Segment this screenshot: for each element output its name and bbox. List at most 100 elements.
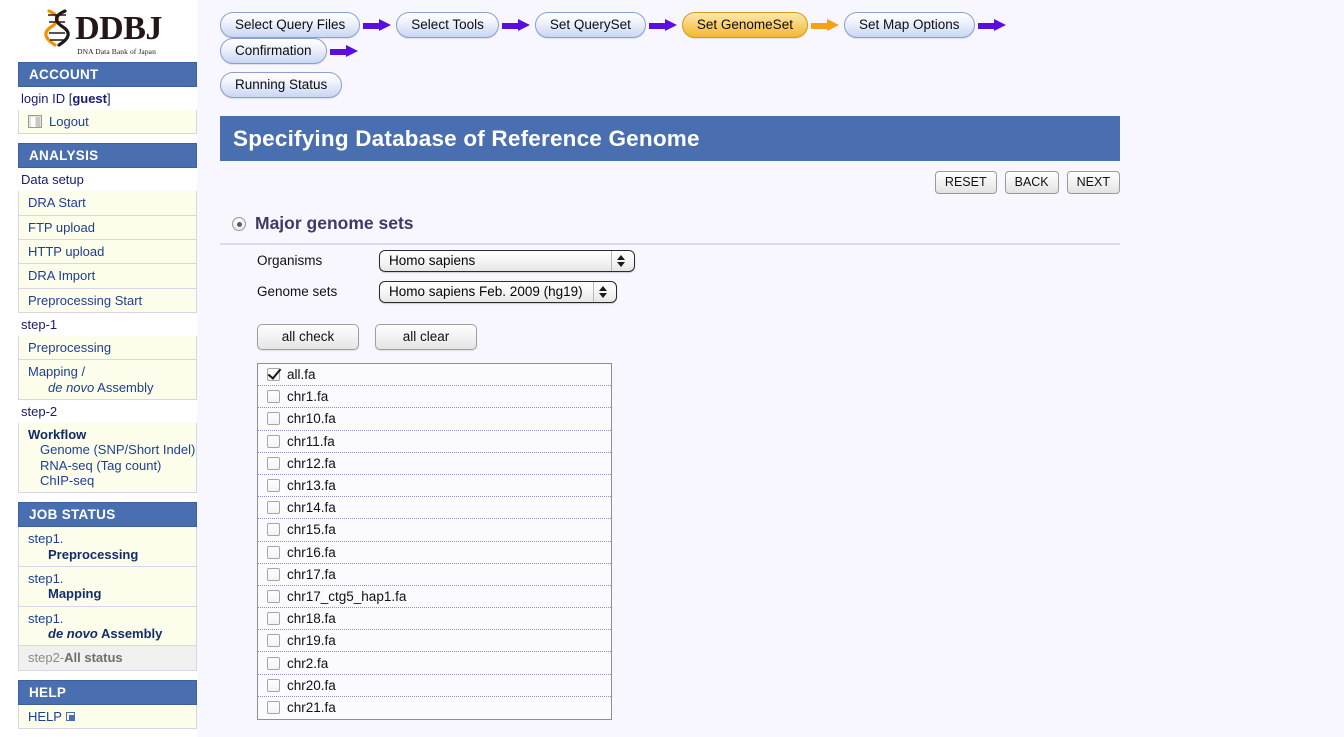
sidebar-item-preprocessing-start[interactable]: Preprocessing Start: [18, 289, 197, 313]
job-status-item-denovo-assembly[interactable]: step1. de novo Assembly: [18, 607, 197, 647]
flow-arrow-icon: [363, 20, 393, 31]
file-checkbox[interactable]: [267, 501, 280, 514]
file-list-row[interactable]: chr15.fa: [258, 519, 611, 541]
file-checkbox[interactable]: [267, 634, 280, 647]
genome-sets-select[interactable]: Homo sapiens Feb. 2009 (hg19): [379, 281, 617, 303]
genome-sets-selected-value: Homo sapiens Feb. 2009 (hg19): [389, 284, 583, 299]
file-checkbox[interactable]: [267, 523, 280, 536]
workflow-item-chipseq[interactable]: ChIP-seq: [28, 473, 196, 488]
file-name-label: chr12.fa: [287, 456, 336, 471]
file-list-row[interactable]: chr21.fa: [258, 697, 611, 719]
file-checkbox[interactable]: [267, 390, 280, 403]
organisms-select[interactable]: Homo sapiens: [379, 250, 635, 272]
file-list-row[interactable]: chr1.fa: [258, 386, 611, 408]
file-checkbox[interactable]: [267, 457, 280, 470]
file-list-row[interactable]: chr13.fa: [258, 475, 611, 497]
file-list-row[interactable]: chr12.fa: [258, 453, 611, 475]
file-name-label: chr13.fa: [287, 478, 336, 493]
job-step-label: step1.: [28, 571, 63, 586]
file-checkbox[interactable]: [267, 568, 280, 581]
data-setup-label: Data setup: [18, 168, 197, 191]
file-list-row[interactable]: chr17_ctg5_hap1.fa: [258, 586, 611, 608]
major-genome-sets-radio[interactable]: [232, 217, 246, 231]
sidebar-item-http-upload[interactable]: HTTP upload: [18, 240, 197, 264]
file-list-row[interactable]: chr10.fa: [258, 408, 611, 430]
all-status-label: All status: [64, 650, 123, 665]
reset-button[interactable]: RESET: [935, 171, 997, 194]
help-header: HELP: [18, 680, 197, 705]
login-id-value: guest: [72, 91, 107, 106]
organisms-row: Organisms Homo sapiens: [220, 245, 1120, 276]
form-action-buttons: RESET BACK NEXT: [197, 171, 1120, 194]
flow-step-confirmation[interactable]: Confirmation: [220, 38, 327, 64]
job-status-item-mapping[interactable]: step1. Mapping: [18, 567, 197, 607]
file-checkbox[interactable]: [267, 679, 280, 692]
file-name-label: chr1.fa: [287, 389, 328, 404]
ddbj-logo[interactable]: DDBJ DNA Data Bank of Japan: [0, 0, 197, 62]
file-list-row[interactable]: chr11.fa: [258, 431, 611, 453]
all-status-prefix: step2-: [28, 650, 64, 665]
job-name-label: Mapping: [28, 586, 196, 601]
job-status-item-preprocessing[interactable]: step1. Preprocessing: [18, 527, 197, 567]
file-list-row[interactable]: chr2.fa: [258, 652, 611, 674]
file-list-row[interactable]: chr16.fa: [258, 542, 611, 564]
file-checkbox[interactable]: [267, 435, 280, 448]
chevron-updown-icon: [593, 282, 612, 302]
file-checkbox[interactable]: [267, 479, 280, 492]
help-panel: HELP HELP: [18, 680, 197, 729]
file-list-row[interactable]: chr18.fa: [258, 608, 611, 630]
all-clear-button[interactable]: all clear: [375, 324, 477, 350]
file-list-row[interactable]: all.fa: [258, 364, 611, 386]
list-control-buttons: all check all clear: [220, 324, 1120, 350]
all-check-button[interactable]: all check: [257, 324, 359, 350]
major-genome-sets-section: Major genome sets Organisms Homo sapiens…: [220, 213, 1120, 720]
genome-file-list[interactable]: all.fa chr1.fa chr10.fa chr11.fa chr12.fa chr…: [257, 363, 612, 720]
flow-step-set-queryset[interactable]: Set QuerySet: [535, 12, 646, 38]
file-checkbox[interactable]: [267, 701, 280, 714]
mapping-line1: Mapping /: [28, 364, 85, 379]
workflow-breadcrumb-row2: Running Status: [197, 64, 1344, 94]
back-button[interactable]: BACK: [1005, 171, 1059, 194]
file-checkbox[interactable]: [267, 590, 280, 603]
file-list-row[interactable]: chr19.fa: [258, 630, 611, 652]
sidebar-item-mapping-assembly[interactable]: Mapping / de novo Assembly: [18, 360, 197, 400]
file-checkbox[interactable]: [267, 546, 280, 559]
sidebar-item-logout[interactable]: Logout: [18, 110, 197, 134]
mapping-denovo: de novo: [48, 380, 94, 395]
file-checkbox[interactable]: [267, 412, 280, 425]
file-name-label: chr14.fa: [287, 500, 336, 515]
file-name-label: chr20.fa: [287, 678, 336, 693]
file-list-row[interactable]: chr20.fa: [258, 675, 611, 697]
next-button[interactable]: NEXT: [1067, 171, 1120, 194]
sidebar-item-dra-import[interactable]: DRA Import: [18, 264, 197, 288]
flow-arrow-icon: [649, 20, 679, 31]
file-checkbox[interactable]: [267, 368, 280, 381]
flow-step-running-status[interactable]: Running Status: [220, 72, 342, 98]
login-id-label-end: ]: [107, 91, 111, 106]
workflow-item-rnaseq[interactable]: RNA-seq (Tag count): [28, 458, 196, 473]
file-name-label: chr11.fa: [287, 434, 335, 449]
job-status-header: JOB STATUS: [18, 502, 197, 527]
file-checkbox[interactable]: [267, 657, 280, 670]
analysis-panel: ANALYSIS Data setup DRA Start FTP upload…: [18, 143, 197, 493]
job-step-label: step1.: [28, 531, 63, 546]
sidebar-item-ftp-upload[interactable]: FTP upload: [18, 216, 197, 240]
flow-step-set-map-options[interactable]: Set Map Options: [844, 12, 975, 38]
main-content: Select Query Files Select Tools Set Quer…: [197, 0, 1344, 737]
sidebar-item-dra-start[interactable]: DRA Start: [18, 191, 197, 215]
file-list-row[interactable]: chr14.fa: [258, 497, 611, 519]
file-list-row[interactable]: chr17.fa: [258, 564, 611, 586]
sidebar-item-help[interactable]: HELP: [18, 705, 197, 729]
flow-step-set-genomeset[interactable]: Set GenomeSet: [682, 12, 808, 38]
sidebar-item-workflow[interactable]: Workflow Genome (SNP/Short Indel) RNA-se…: [18, 423, 197, 493]
flow-step-select-query-files[interactable]: Select Query Files: [220, 12, 360, 38]
account-panel: ACCOUNT login ID [guest] Logout: [18, 62, 197, 134]
workflow-item-genome[interactable]: Genome (SNP/Short Indel): [28, 442, 196, 457]
job-status-item-all-status[interactable]: step2-All status: [18, 646, 197, 670]
job-name-italic: de novo: [48, 626, 98, 641]
file-checkbox[interactable]: [267, 612, 280, 625]
sidebar-item-preprocessing[interactable]: Preprocessing: [18, 336, 197, 360]
door-exit-icon: [28, 115, 42, 128]
organisms-label: Organisms: [257, 253, 379, 268]
flow-step-select-tools[interactable]: Select Tools: [396, 12, 499, 38]
